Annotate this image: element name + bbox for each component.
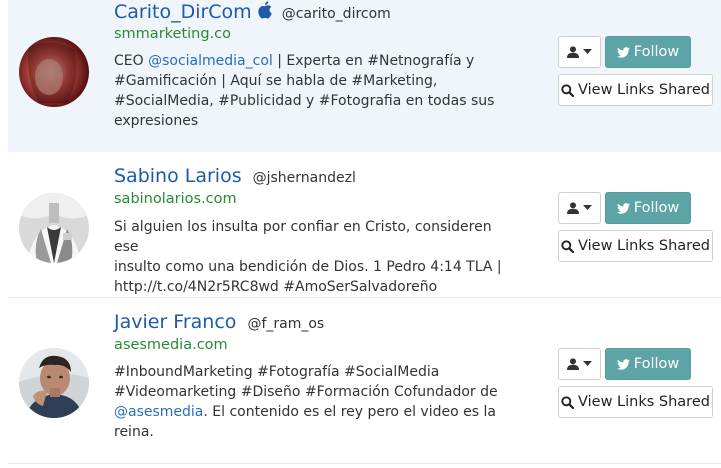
user-icon [567, 202, 579, 214]
profile-handle: @carito_dircom [281, 6, 391, 22]
user-menu-button[interactable] [558, 192, 601, 224]
profile-card: Carito_DirCom @carito_dircom smmarketing… [8, 0, 721, 152]
bio-line: http://t.co/4N2r5RC8wd #AmoSerSalvadoreñ… [114, 279, 438, 295]
bio-line: #SocialMedia, #Publicidad y #Fotografia … [114, 93, 495, 109]
bio-line: insulto como una bendición de Dios. 1 Pe… [114, 259, 502, 275]
bio-line: @asesmedia. El contenido es el rey pero … [114, 404, 496, 420]
profile-list: Carito_DirCom @carito_dircom smmarketing… [0, 0, 721, 468]
view-links-shared-button[interactable]: View Links Shared [558, 74, 713, 106]
caret-down-icon [583, 361, 592, 366]
row-divider [8, 463, 721, 464]
user-menu-button[interactable] [558, 36, 601, 68]
avatar[interactable] [19, 37, 89, 107]
profile-handle: @f_ram_os [247, 316, 325, 332]
follow-button[interactable]: Follow [605, 192, 691, 224]
profile-name[interactable]: Javier Franco [114, 311, 236, 333]
caret-down-icon [583, 205, 592, 210]
caret-down-icon [583, 49, 592, 54]
bio-line: #Gamificación | Aquí se habla de #Market… [114, 73, 438, 89]
follow-button[interactable]: Follow [605, 36, 691, 68]
follow-label: Follow [633, 200, 680, 216]
profile-name[interactable]: Sabino Larios [114, 165, 242, 187]
view-links-shared-button[interactable]: View Links Shared [558, 230, 713, 262]
twitter-bird-icon [616, 46, 630, 58]
view-links-label: View Links Shared [578, 394, 710, 410]
view-links-label: View Links Shared [578, 82, 710, 98]
follow-label: Follow [633, 356, 680, 372]
view-links-shared-button[interactable]: View Links Shared [558, 386, 713, 418]
bio-line: #InboundMarketing #Fotografía #SocialMed… [114, 364, 440, 380]
bio-line: CEO @socialmedia_col | Experta en #Netno… [114, 53, 475, 69]
search-icon [561, 83, 575, 97]
name-row: Sabino Larios @jshernandezl [114, 165, 356, 187]
twitter-bird-icon [616, 358, 630, 370]
user-menu-button[interactable] [558, 348, 601, 380]
profile-website[interactable]: asesmedia.com [114, 337, 228, 353]
bio-line: reina. [114, 424, 154, 440]
follow-label: Follow [633, 44, 680, 60]
mention-link[interactable]: @asesmedia [114, 404, 203, 420]
bio-line: expresiones [114, 113, 199, 129]
profile-card: Javier Franco @f_ram_os asesmedia.com #I… [8, 298, 721, 463]
follow-button[interactable]: Follow [605, 348, 691, 380]
profile-bio: Si alguien los insulta por confiar en Cr… [114, 217, 506, 297]
profile-name[interactable]: Carito_DirCom [114, 1, 252, 23]
user-icon [567, 358, 579, 370]
search-icon [561, 395, 575, 409]
profile-bio: CEO @socialmedia_col | Experta en #Netno… [114, 51, 506, 131]
profile-card: Sabino Larios @jshernandezl sabinolarios… [8, 152, 721, 297]
user-icon [567, 46, 579, 58]
twitter-bird-icon [616, 202, 630, 214]
bio-line: #Videomarketing #Diseño #Formación Cofun… [114, 384, 498, 400]
avatar[interactable] [19, 193, 89, 263]
search-icon [561, 239, 575, 253]
name-row: Javier Franco @f_ram_os [114, 311, 324, 333]
profile-website[interactable]: sabinolarios.com [114, 191, 237, 207]
profile-handle: @jshernandezl [252, 170, 356, 186]
apple-icon [258, 1, 273, 19]
avatar[interactable] [19, 348, 89, 418]
view-links-label: View Links Shared [578, 238, 710, 254]
mention-link[interactable]: @socialmedia_col [148, 53, 273, 69]
profile-website[interactable]: smmarketing.co [114, 26, 231, 42]
profile-bio: #InboundMarketing #Fotografía #SocialMed… [114, 362, 506, 442]
name-row: Carito_DirCom @carito_dircom [114, 0, 391, 23]
bio-line: Si alguien los insulta por confiar en Cr… [114, 219, 492, 255]
